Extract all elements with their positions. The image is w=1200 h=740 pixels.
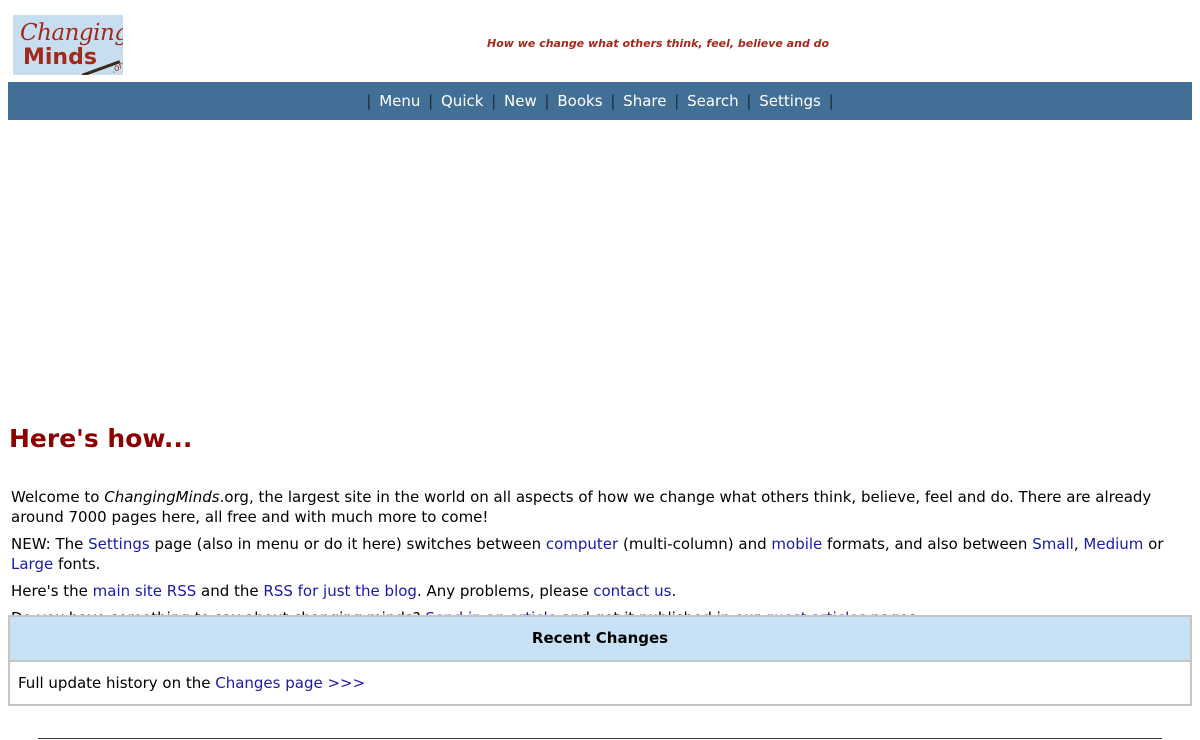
page-heading: Here's how... — [9, 424, 193, 453]
nav-separator: | — [366, 92, 372, 110]
footer-divider — [38, 738, 1162, 739]
nav-separator: | — [674, 92, 680, 110]
text: . Any problems, please — [416, 582, 594, 600]
nav-share-link[interactable]: Share — [620, 92, 669, 110]
site-name: ChangingMinds — [104, 488, 220, 506]
large-font-link[interactable]: Large — [11, 555, 53, 573]
small-font-link[interactable]: Small — [1032, 535, 1074, 553]
text: Welcome to — [11, 488, 105, 506]
nav-new-link[interactable]: New — [501, 92, 540, 110]
welcome-paragraph: Welcome to ChangingMinds.org, the larges… — [11, 487, 1191, 527]
main-rss-link[interactable]: main site RSS — [93, 582, 197, 600]
text: page (also in menu or do it here) switch… — [149, 535, 546, 553]
text: , — [1073, 535, 1084, 553]
site-tagline: How we change what others think, feel, b… — [487, 37, 830, 50]
new-settings-paragraph: NEW: The Settings page (also in menu or … — [11, 534, 1191, 574]
logo-text-changing: Changing — [20, 20, 123, 46]
site-logo[interactable]: Changing Minds .org — [13, 15, 123, 75]
nav-separator: | — [610, 92, 616, 110]
site-header: Changing Minds .org How we change what o… — [0, 0, 1200, 82]
nav-separator: | — [828, 92, 834, 110]
text: (multi-column) and — [618, 535, 772, 553]
nav-settings-link[interactable]: Settings — [756, 92, 824, 110]
rss-paragraph: Here's the main site RSS and the RSS for… — [11, 581, 1191, 601]
text: NEW: The — [11, 535, 89, 553]
mobile-format-link[interactable]: mobile — [771, 535, 822, 553]
text: . — [671, 582, 677, 600]
text: Full update history on the — [18, 674, 216, 692]
computer-format-link[interactable]: computer — [546, 535, 618, 553]
nav-menu-link[interactable]: Menu — [376, 92, 423, 110]
text: Here's the — [11, 582, 93, 600]
nav-separator: | — [544, 92, 550, 110]
contact-us-link[interactable]: contact us — [593, 582, 671, 600]
nav-books-link[interactable]: Books — [554, 92, 605, 110]
settings-link[interactable]: Settings — [88, 535, 150, 553]
medium-font-link[interactable]: Medium — [1083, 535, 1143, 553]
changes-page-link[interactable]: Changes page >>> — [215, 674, 365, 692]
text: or — [1143, 535, 1164, 553]
recent-changes-title: Recent Changes — [10, 617, 1190, 662]
recent-changes-table: Recent Changes Full update history on th… — [8, 615, 1192, 706]
nav-separator: | — [746, 92, 752, 110]
nav-search-link[interactable]: Search — [684, 92, 742, 110]
nav-separator: | — [428, 92, 434, 110]
recent-changes-body: Full update history on the Changes page … — [10, 662, 1190, 704]
nav-quick-link[interactable]: Quick — [438, 92, 486, 110]
main-nav-bar: | Menu | Quick | New | Books | Share | S… — [8, 82, 1192, 120]
text: fonts. — [53, 555, 101, 573]
nav-separator: | — [491, 92, 497, 110]
text: formats, and also between — [822, 535, 1033, 553]
logo-text-minds: Minds — [23, 45, 97, 70]
text: and the — [196, 582, 264, 600]
main-content: Welcome to ChangingMinds.org, the larges… — [11, 487, 1191, 635]
blog-rss-link[interactable]: RSS for just the blog — [263, 582, 417, 600]
